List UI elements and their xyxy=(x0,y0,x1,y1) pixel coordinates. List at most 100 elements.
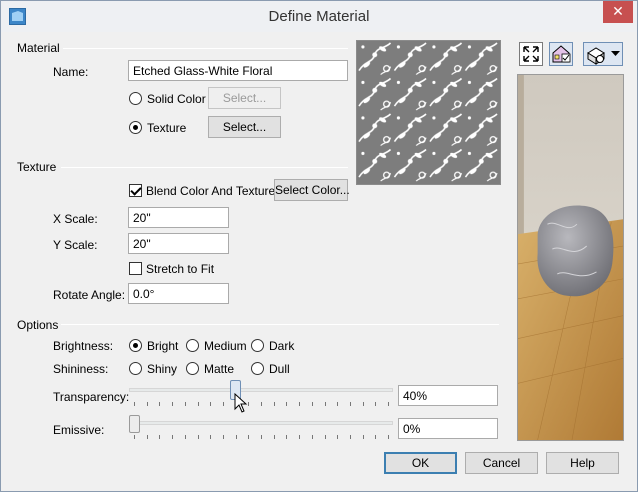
title-bar: Define Material ✕ xyxy=(1,1,637,32)
close-button[interactable]: ✕ xyxy=(603,1,633,23)
shininess-shiny-radio[interactable] xyxy=(129,362,142,375)
render-options-icon xyxy=(587,47,605,65)
slider-tick xyxy=(375,435,377,439)
slider-tick xyxy=(134,435,135,439)
slider-tick xyxy=(172,435,174,439)
stretch-to-fit-label: Stretch to Fit xyxy=(146,262,215,276)
slider-tick xyxy=(286,402,288,406)
render-options-button[interactable] xyxy=(583,42,623,66)
brightness-medium-label: Medium xyxy=(204,339,247,353)
slider-tick xyxy=(324,402,326,406)
slider-tick xyxy=(286,435,288,439)
brightness-dark-label: Dark xyxy=(269,339,295,353)
shininess-dull-label: Dull xyxy=(269,362,290,376)
solid-color-select-button[interactable]: Select... xyxy=(208,87,281,109)
shininess-shiny-label: Shiny xyxy=(147,362,178,376)
rotate-angle-label: Rotate Angle: xyxy=(53,288,126,302)
texture-label: Texture xyxy=(147,121,187,135)
slider-tick xyxy=(210,435,212,439)
slider-tick xyxy=(299,402,301,406)
fullscreen-preview-button[interactable] xyxy=(519,42,543,66)
shininess-matte-radio[interactable] xyxy=(186,362,199,375)
solid-color-label: Solid Color xyxy=(147,92,206,106)
slider-tick xyxy=(388,435,389,439)
slider-tick xyxy=(222,402,224,406)
close-icon: ✕ xyxy=(612,3,624,19)
transparency-slider-track[interactable] xyxy=(129,388,393,392)
options-group-divider xyxy=(61,324,499,325)
rotate-angle-input[interactable]: 0.0° xyxy=(128,283,229,304)
slider-tick xyxy=(146,402,148,406)
shininess-matte-label: Matte xyxy=(204,362,235,376)
slider-tick xyxy=(248,402,250,406)
material-group-divider xyxy=(63,48,348,49)
brightness-dark-radio[interactable] xyxy=(251,339,264,352)
dropdown-arrow-icon xyxy=(611,51,620,56)
house-preview-button[interactable] xyxy=(549,42,573,66)
slider-tick xyxy=(273,402,275,406)
slider-tick xyxy=(375,402,377,406)
slider-tick xyxy=(324,435,326,439)
emissive-input[interactable]: 0% xyxy=(398,418,498,439)
texture-group-label: Texture xyxy=(17,160,57,174)
slider-tick xyxy=(210,402,212,406)
slider-tick xyxy=(261,402,262,406)
name-label: Name: xyxy=(53,65,89,79)
slider-tick xyxy=(248,435,250,439)
slider-tick xyxy=(273,435,275,439)
ok-button[interactable]: OK xyxy=(384,452,457,474)
slider-tick xyxy=(184,402,186,406)
blend-color-label: Blend Color And Texture xyxy=(146,184,276,198)
fullscreen-icon xyxy=(523,46,539,62)
y-scale-input[interactable]: 20" xyxy=(128,233,229,254)
stretch-to-fit-checkbox[interactable] xyxy=(129,262,142,275)
slider-tick xyxy=(184,435,186,439)
3d-material-preview xyxy=(517,74,624,441)
cancel-button[interactable]: Cancel xyxy=(465,452,538,474)
slider-tick xyxy=(146,435,148,439)
shininess-dull-radio[interactable] xyxy=(251,362,264,375)
transparency-label: Transparency: xyxy=(53,390,130,404)
house-preview-icon xyxy=(552,45,571,63)
slider-tick xyxy=(311,402,313,406)
window-title: Define Material xyxy=(268,8,370,25)
slider-tick xyxy=(362,402,364,406)
transparency-input[interactable]: 40% xyxy=(398,385,498,406)
slider-tick xyxy=(349,435,351,439)
slider-tick xyxy=(222,435,224,439)
options-group-label: Options xyxy=(17,318,59,332)
slider-tick xyxy=(172,402,174,406)
name-input[interactable]: Etched Glass-White Floral xyxy=(128,60,348,81)
slider-tick xyxy=(159,435,161,439)
emissive-slider-thumb[interactable] xyxy=(129,415,140,433)
shininess-label: Shininess: xyxy=(53,362,109,376)
slider-tick xyxy=(159,402,161,406)
slider-tick xyxy=(337,402,339,406)
brightness-medium-radio[interactable] xyxy=(186,339,199,352)
slider-tick xyxy=(299,435,301,439)
y-scale-label: Y Scale: xyxy=(53,238,98,252)
slider-tick xyxy=(134,402,135,406)
slider-tick xyxy=(235,435,237,439)
brightness-label: Brightness: xyxy=(53,339,114,353)
slider-tick xyxy=(349,402,351,406)
x-scale-input[interactable]: 20" xyxy=(128,207,229,228)
help-button[interactable]: Help xyxy=(546,452,619,474)
material-group-label: Material xyxy=(17,41,60,55)
slider-tick xyxy=(197,435,199,439)
slider-tick xyxy=(261,435,262,439)
emissive-slider-track[interactable] xyxy=(129,421,393,425)
texture-preview-image xyxy=(356,40,501,185)
select-color-button[interactable]: Select Color... xyxy=(274,179,350,201)
slider-tick xyxy=(362,435,364,439)
texture-group-divider xyxy=(61,167,348,168)
texture-radio[interactable] xyxy=(129,121,142,134)
define-material-dialog: Define Material ✕ Material Name: Etched … xyxy=(0,0,638,492)
slider-tick xyxy=(311,435,313,439)
brightness-bright-radio[interactable] xyxy=(129,339,142,352)
blend-color-checkbox[interactable] xyxy=(129,184,142,197)
solid-color-radio[interactable] xyxy=(129,92,142,105)
mouse-cursor-icon xyxy=(234,393,248,413)
emissive-label: Emissive: xyxy=(53,423,105,437)
texture-select-button[interactable]: Select... xyxy=(208,116,281,138)
